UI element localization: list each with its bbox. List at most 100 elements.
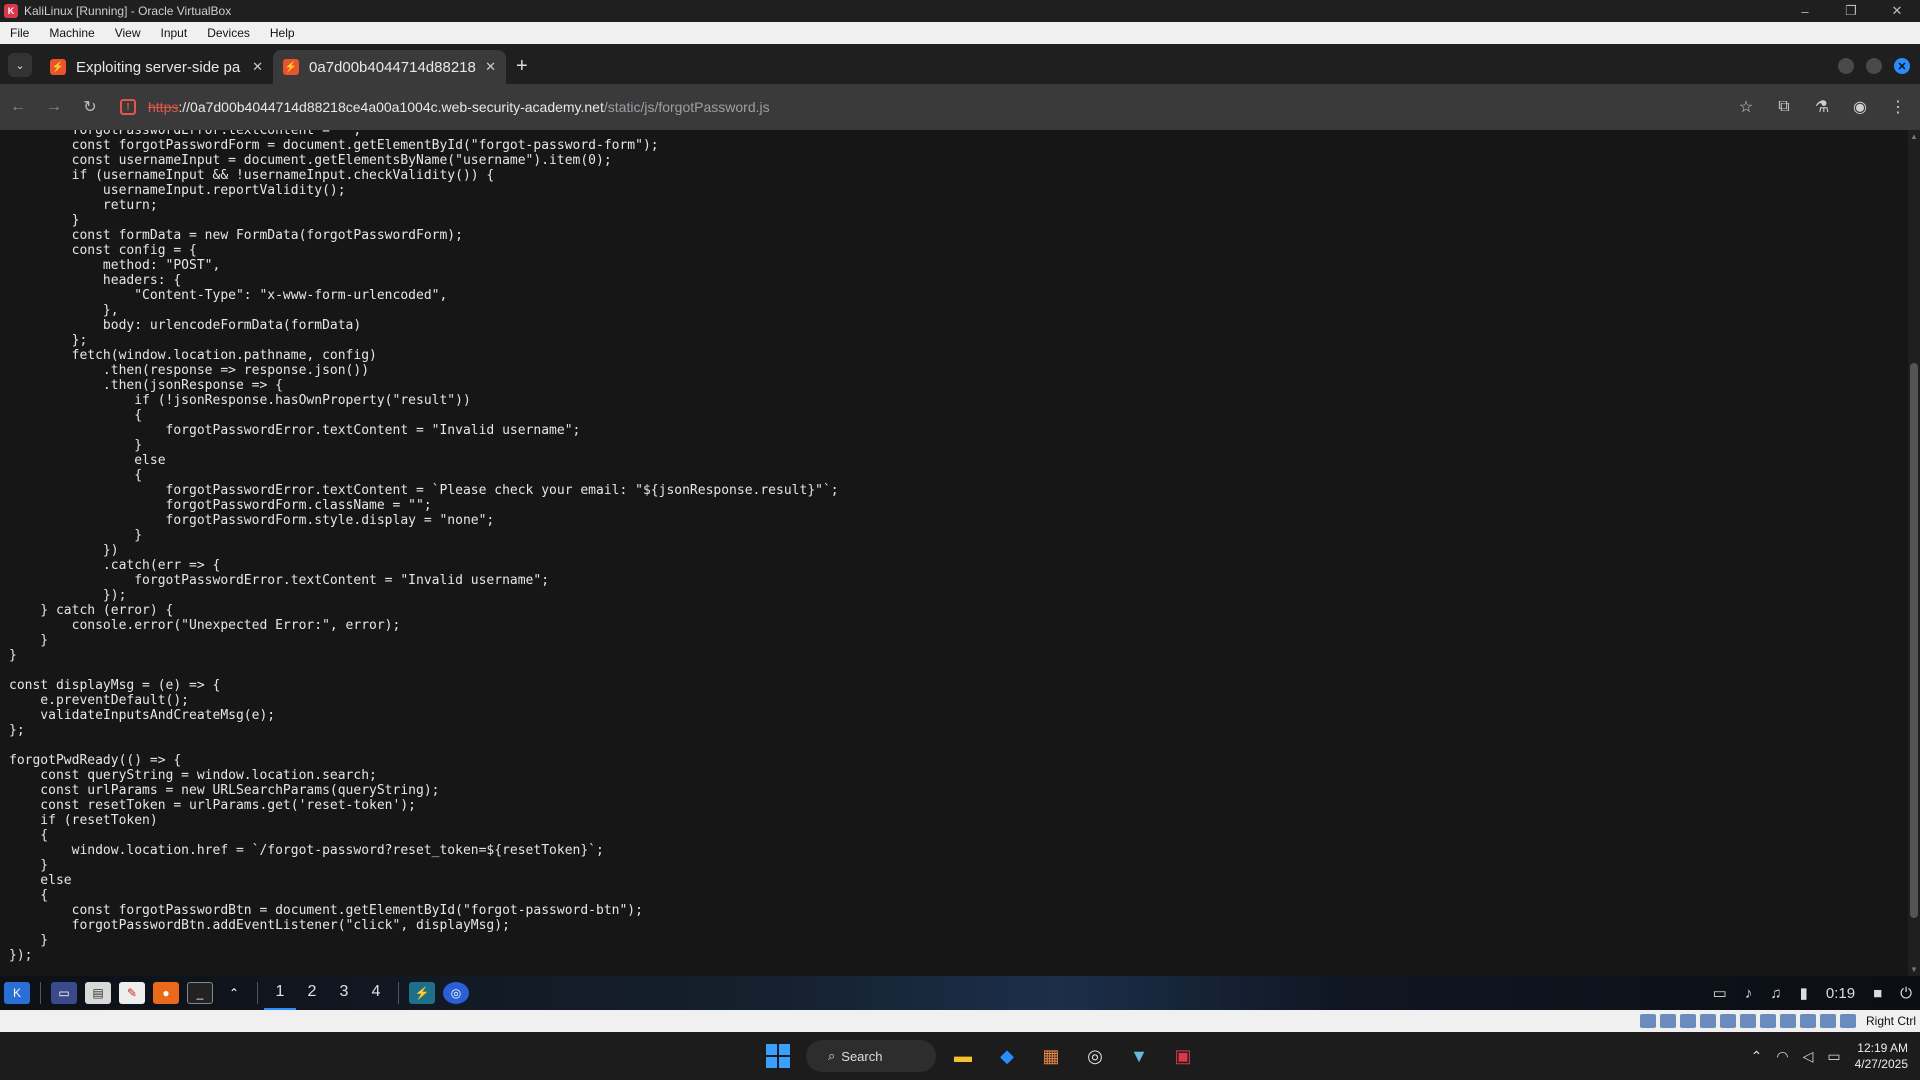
code-line: } catch (error) { (9, 603, 174, 618)
power-icon[interactable]: ⏻ (1900, 985, 1912, 1002)
taskbar-search[interactable]: ⌕ Search (806, 1040, 936, 1072)
wifi-icon[interactable]: ◠ (1776, 1048, 1788, 1065)
code-line: } (9, 933, 49, 948)
system-clock[interactable]: 12:19 AM 4/27/2025 (1855, 1040, 1908, 1072)
url-scheme: https (148, 99, 179, 115)
workspace-3[interactable]: 3 (328, 976, 360, 1010)
menu-kebab-icon[interactable]: ⋮ (1888, 97, 1908, 117)
workspace-1[interactable]: 1 (264, 976, 296, 1010)
profile-icon[interactable]: ◉ (1850, 97, 1870, 117)
workspace-2[interactable]: 2 (296, 976, 328, 1010)
tab-label: 0a7d00b4044714d88218 (309, 58, 476, 76)
tab-close-icon[interactable]: ✕ (485, 59, 496, 75)
code-line: { (9, 468, 143, 483)
windows-start-icon[interactable] (766, 1044, 790, 1068)
lock-icon[interactable]: ■ (1873, 985, 1882, 1002)
app-circle-icon[interactable]: ◎ (1078, 1039, 1112, 1073)
text-editor-icon[interactable]: ✎ (119, 982, 145, 1004)
audio-icon[interactable] (1679, 1014, 1696, 1028)
code-line: forgotPwdReady(() => { (9, 753, 182, 768)
microsoft-store-icon[interactable]: ▦ (1034, 1039, 1068, 1073)
minimize-icon[interactable] (1838, 58, 1854, 74)
code-line: } (9, 528, 143, 543)
scrollbar-thumb[interactable] (1910, 363, 1918, 918)
code-line: forgotPasswordForm.style.display = "none… (9, 513, 495, 528)
back-arrow-icon[interactable]: ← (0, 98, 36, 116)
workspace-4[interactable]: 4 (360, 976, 392, 1010)
code-line: } (9, 438, 143, 453)
menu-help[interactable]: Help (260, 26, 305, 40)
code-line: if (resetToken) (9, 813, 158, 828)
virtualbox-titlebar: K KaliLinux [Running] - Oracle VirtualBo… (0, 0, 1920, 22)
code-line: const formData = new FormData(forgotPass… (9, 228, 463, 243)
notification-bell-icon[interactable]: ♫ (1770, 985, 1781, 1002)
screen-icon[interactable]: ▭ (1713, 984, 1727, 1002)
terminal-icon[interactable]: _ (187, 982, 213, 1004)
menu-devices[interactable]: Devices (197, 26, 260, 40)
maximize-icon[interactable] (1866, 58, 1882, 74)
reload-icon[interactable]: ↻ (72, 97, 108, 117)
chromium-task-icon[interactable]: ◎ (443, 982, 469, 1004)
virtualbox-task-icon[interactable]: ▣ (1166, 1039, 1200, 1073)
keyboard-icon[interactable] (1839, 1014, 1856, 1028)
minimize-icon[interactable]: – (1782, 4, 1828, 19)
not-secure-icon[interactable]: ! (120, 99, 136, 115)
menu-file[interactable]: File (0, 26, 39, 40)
new-tab-button[interactable]: + (516, 55, 528, 78)
extensions-icon[interactable]: ⧉ (1774, 98, 1794, 116)
tab-search-icon[interactable]: ⌄ (8, 53, 32, 77)
code-line: if (usernameInput && !usernameInput.chec… (9, 168, 495, 183)
network-icon[interactable] (1699, 1014, 1716, 1028)
tab-label: Exploiting server-side pa (76, 58, 241, 76)
code-line: } (9, 858, 49, 873)
kali-menu-icon[interactable]: K (4, 982, 30, 1004)
file-explorer-icon[interactable]: ▬ (946, 1039, 980, 1073)
burp-suite-task-icon[interactable]: ⚡ (409, 982, 435, 1004)
menu-machine[interactable]: Machine (39, 26, 104, 40)
vertical-scrollbar[interactable]: ▲ ▼ (1908, 130, 1920, 976)
scroll-down-icon[interactable]: ▼ (1908, 965, 1920, 974)
battery-icon[interactable]: ▭ (1827, 1048, 1840, 1065)
labs-flask-icon[interactable]: ⚗ (1812, 97, 1832, 117)
tab-close-icon[interactable]: ✕ (252, 59, 263, 75)
usb-icon[interactable] (1719, 1014, 1736, 1028)
file-manager-icon[interactable]: ▤ (85, 982, 111, 1004)
window-title: KaliLinux [Running] - Oracle VirtualBox (24, 4, 232, 18)
menu-view[interactable]: View (105, 26, 151, 40)
close-icon[interactable]: ✕ (1894, 58, 1910, 74)
cpu-icon[interactable] (1799, 1014, 1816, 1028)
menu-input[interactable]: Input (151, 26, 198, 40)
vscode-icon[interactable]: ◆ (990, 1039, 1024, 1073)
optical-drive-icon[interactable] (1659, 1014, 1676, 1028)
code-line: headers: { (9, 273, 182, 288)
bookmark-star-icon[interactable]: ☆ (1736, 97, 1756, 117)
firefox-icon[interactable]: ● (153, 982, 179, 1004)
close-icon[interactable]: ✕ (1874, 3, 1920, 19)
recording-icon[interactable] (1779, 1014, 1796, 1028)
desktop-icon[interactable]: ▭ (51, 982, 77, 1004)
battery-icon[interactable]: ▮ (1800, 984, 1808, 1002)
code-line: return; (9, 198, 158, 213)
url-host: ://0a7d00b4044714d88218ce4a00a1004c.web-… (178, 99, 604, 115)
scroll-up-icon[interactable]: ▲ (1908, 132, 1920, 141)
mouse-integration-icon[interactable] (1819, 1014, 1836, 1028)
volume-icon[interactable]: ♪ (1745, 985, 1753, 1002)
chevron-up-icon[interactable]: ⌃ (221, 982, 247, 1004)
chevron-up-icon[interactable]: ⌃ (1751, 1048, 1763, 1065)
code-line: { (9, 888, 49, 903)
clock-time: 12:19 AM (1857, 1041, 1908, 1055)
tab-forgot-password-js[interactable]: ⚡ 0a7d00b4044714d88218 ✕ (273, 50, 506, 84)
vs-app-icon[interactable]: ▼ (1122, 1039, 1156, 1073)
code-line: .catch(err => { (9, 558, 221, 573)
restore-icon[interactable]: ❐ (1828, 3, 1874, 19)
shared-folders-icon[interactable] (1739, 1014, 1756, 1028)
code-line: window.location.href = `/forgot-password… (9, 843, 604, 858)
panel-clock[interactable]: 0:19 (1826, 985, 1855, 1002)
windows-taskbar: ⌕ Search ▬ ◆ ▦ ◎ ▼ ▣ ⌃ ◠ ◁ ▭ 12:19 AM 4/… (0, 1032, 1920, 1080)
display-icon[interactable] (1759, 1014, 1776, 1028)
forward-arrow-icon[interactable]: → (36, 98, 72, 116)
address-bar[interactable]: ! https://0a7d00b4044714d88218ce4a00a100… (116, 89, 1736, 125)
tab-exploiting[interactable]: ⚡ Exploiting server-side pa ✕ (40, 50, 273, 84)
speaker-muted-icon[interactable]: ◁ (1803, 1048, 1814, 1065)
storage-icon[interactable] (1639, 1014, 1656, 1028)
